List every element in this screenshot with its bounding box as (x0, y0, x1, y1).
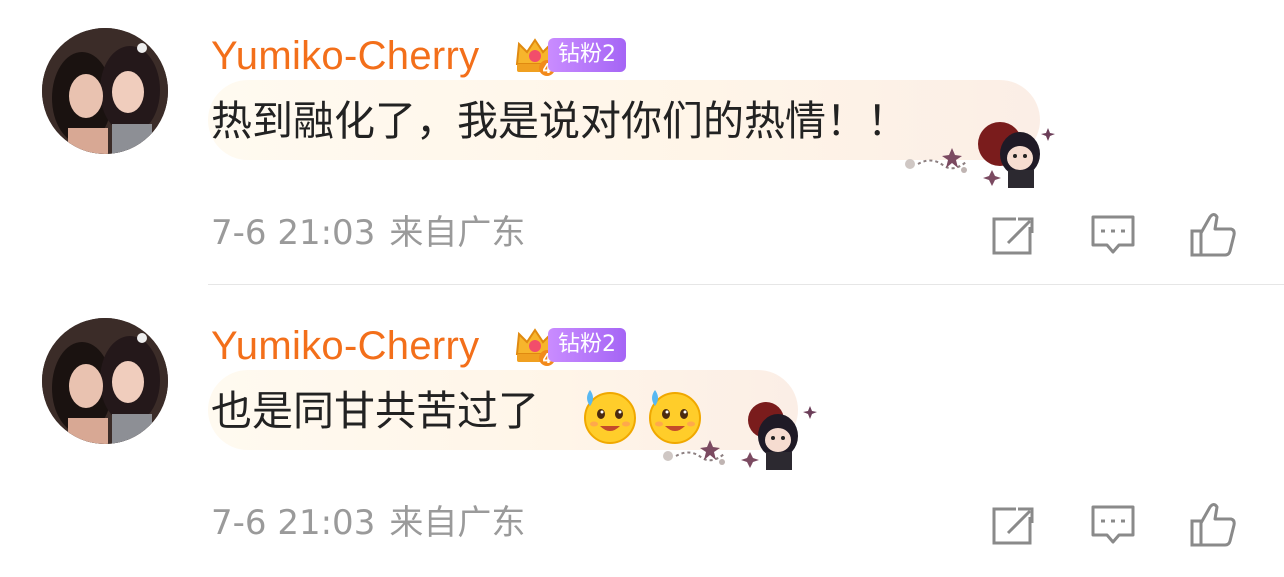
comment-icon[interactable] (1088, 209, 1138, 259)
comment-time: 7-6 21:03 (211, 503, 376, 543)
comment-meta: 7-6 21:03 来自广东 (211, 501, 525, 545)
divider (208, 284, 1284, 285)
comment-text: 热到融化了，我是说对你们的热情！！ (211, 97, 908, 145)
fan-badge: 钻粉2 (548, 328, 626, 362)
bubble-decoration-icon (905, 122, 1055, 188)
share-icon[interactable] (988, 499, 1038, 549)
username[interactable]: Yumiko-Cherry (211, 322, 479, 370)
comment-icon[interactable] (1088, 499, 1138, 549)
share-icon[interactable] (988, 209, 1038, 259)
comment-location: 来自广东 (389, 213, 526, 253)
comment-item: Yumiko-Cherry 4 钻粉2 热到融化了，我是说对你们的热情！！ 7-… (0, 0, 1284, 287)
comment-item: Yumiko-Cherry 4 钻粉2 也是同甘共苦过了 7-6 21:03 来… (0, 290, 1284, 577)
thumbs-up-icon[interactable] (1188, 209, 1238, 259)
comment-location: 来自广东 (389, 503, 526, 543)
avatar[interactable] (42, 318, 168, 444)
comment-meta: 7-6 21:03 来自广东 (211, 211, 525, 255)
username[interactable]: Yumiko-Cherry (211, 32, 479, 80)
sweat-smile-emoji (584, 390, 636, 444)
thumbs-up-icon[interactable] (1188, 499, 1238, 549)
comment-text: 也是同甘共苦过了 (211, 387, 539, 435)
comment-time: 7-6 21:03 (211, 213, 376, 253)
bubble-decoration-icon (663, 402, 817, 470)
fan-badge: 钻粉2 (548, 38, 626, 72)
avatar[interactable] (42, 28, 168, 154)
